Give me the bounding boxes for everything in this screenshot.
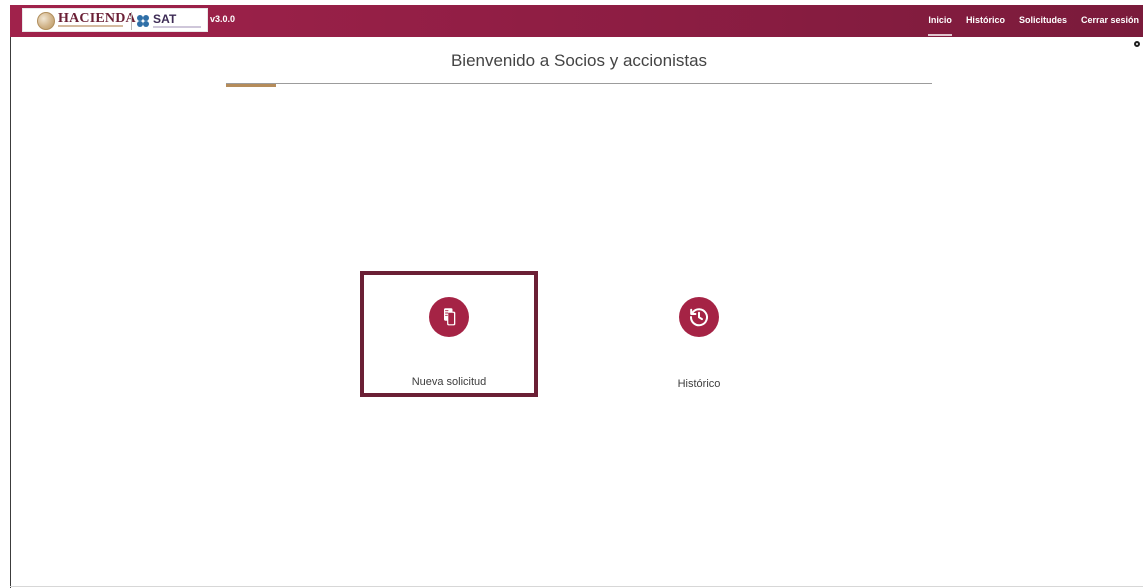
nav-link-cerrar-sesion[interactable]: Cerrar sesión xyxy=(1081,15,1139,25)
nueva-solicitud-card[interactable]: Nueva solicitud xyxy=(360,271,538,397)
hacienda-logo-subline xyxy=(58,25,123,27)
sat-logo-text: SAT xyxy=(153,12,177,26)
historico-card[interactable]: Histórico xyxy=(610,271,788,397)
sat-logo-subline xyxy=(153,26,201,28)
title-divider xyxy=(226,83,932,84)
sat-logo-icon xyxy=(136,14,150,28)
logo-box: HACIENDA SAT xyxy=(22,8,208,32)
cursor-ring-icon xyxy=(1134,41,1140,47)
title-accent-bar xyxy=(226,84,276,87)
historico-icon-circle xyxy=(679,297,719,337)
page-title: Bienvenido a Socios y accionistas xyxy=(450,51,708,70)
nav-link-inicio[interactable]: Inicio xyxy=(928,15,952,36)
app-frame: HACIENDA SAT v3.0.0 Inicio Histórico Sol… xyxy=(0,0,1143,588)
nueva-solicitud-label: Nueva solicitud xyxy=(411,376,487,388)
hacienda-emblem-icon xyxy=(37,12,55,30)
copy-icon xyxy=(444,308,456,326)
top-nav: Inicio Histórico Solicitudes Cerrar sesi… xyxy=(928,15,1139,36)
app-version: v3.0.0 xyxy=(210,14,236,24)
left-border xyxy=(10,37,11,588)
nav-link-historico[interactable]: Histórico xyxy=(966,15,1005,25)
nueva-solicitud-icon-circle xyxy=(429,297,469,337)
bottom-border xyxy=(10,586,1143,587)
historico-label: Histórico xyxy=(677,378,721,390)
history-icon xyxy=(689,308,708,327)
logo-divider xyxy=(131,12,132,30)
top-header: HACIENDA SAT v3.0.0 Inicio Histórico Sol… xyxy=(10,5,1143,37)
nav-link-solicitudes[interactable]: Solicitudes xyxy=(1019,15,1067,25)
